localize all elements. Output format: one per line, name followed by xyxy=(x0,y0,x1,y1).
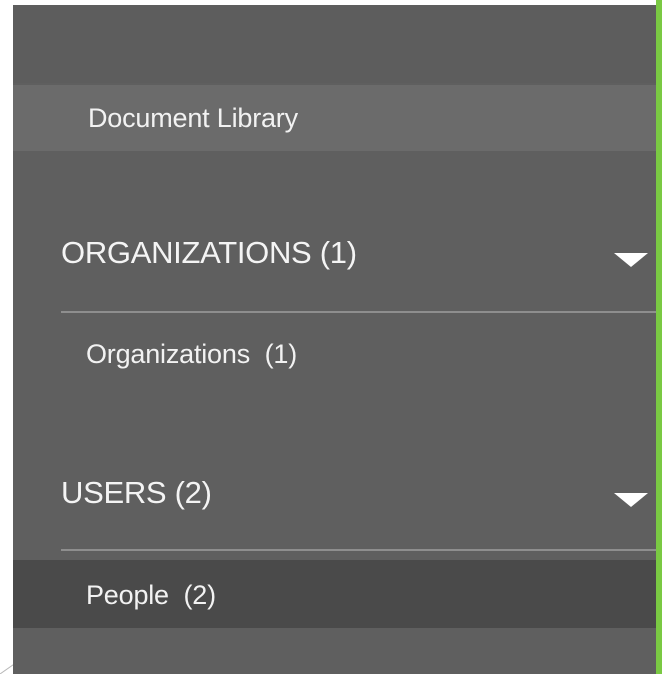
sidebar-item-label: Organizations (1) xyxy=(86,339,297,369)
sidebar-item-label: People (2) xyxy=(86,580,216,610)
chevron-down-icon[interactable] xyxy=(614,253,648,267)
sidebar-panel: Document Library ORGANIZATIONS (1) Organ… xyxy=(13,5,656,674)
sidebar-top-band xyxy=(13,5,656,83)
sidebar-item-document-library[interactable]: Document Library xyxy=(13,85,656,151)
accent-bar xyxy=(656,0,662,674)
section-title: ORGANIZATIONS (1) xyxy=(61,235,357,270)
screen: Document Library ORGANIZATIONS (1) Organ… xyxy=(0,0,662,674)
sidebar-item-people[interactable]: People (2) xyxy=(13,560,656,628)
sidebar-item-label: Document Library xyxy=(88,103,298,133)
section-header-users[interactable]: USERS (2) xyxy=(13,465,656,527)
section-title: USERS (2) xyxy=(61,475,212,510)
chevron-down-icon[interactable] xyxy=(614,493,648,507)
sidebar-item-organizations[interactable]: Organizations (1) xyxy=(13,323,656,391)
section-divider xyxy=(61,311,656,313)
section-divider xyxy=(61,549,656,551)
section-header-organizations[interactable]: ORGANIZATIONS (1) xyxy=(13,225,656,287)
